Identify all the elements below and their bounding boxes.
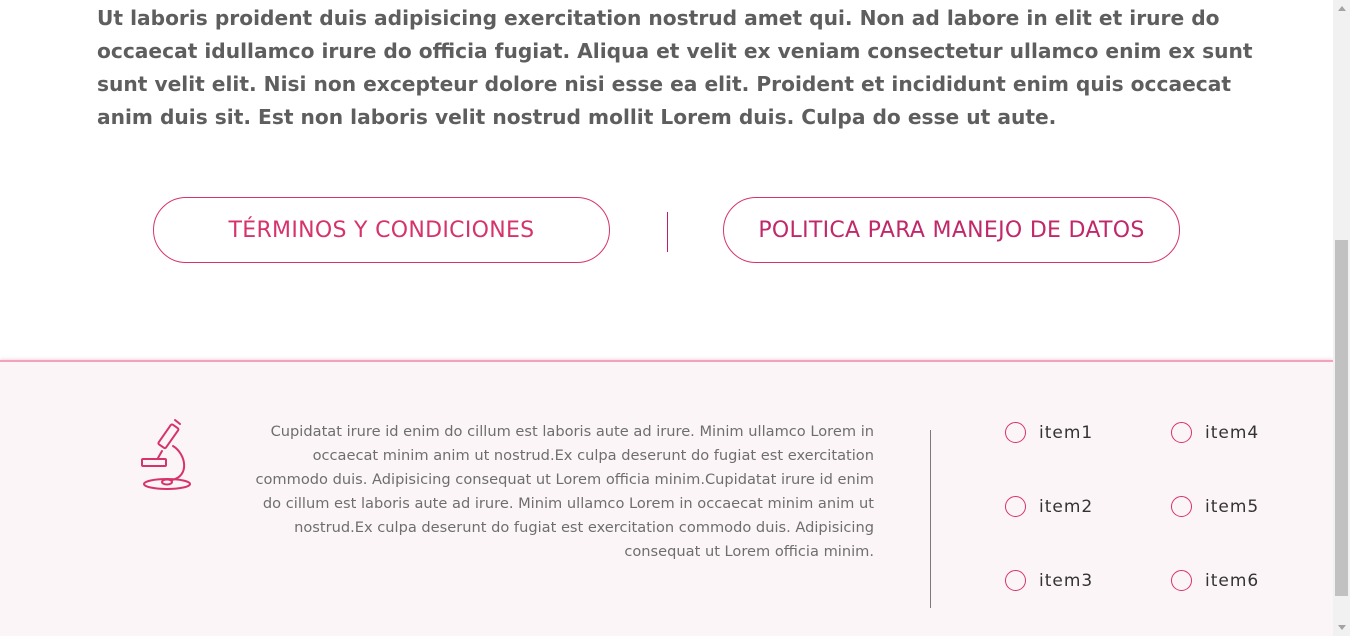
- option-item6[interactable]: item6: [1171, 570, 1259, 591]
- option-item2[interactable]: item2: [1005, 496, 1093, 517]
- radio-circle-icon[interactable]: [1171, 422, 1192, 443]
- intro-paragraph: Ut laboris proident duis adipisicing exe…: [97, 6, 1253, 129]
- option-label: item3: [1039, 570, 1094, 591]
- vertical-scrollbar[interactable]: [1333, 0, 1350, 636]
- terms-and-conditions-button[interactable]: TÉRMINOS Y CONDICIONES: [153, 197, 610, 263]
- scroll-up-arrow-icon[interactable]: [1338, 6, 1346, 11]
- footer-description: Cupidatat irure id enim do cillum est la…: [255, 423, 874, 560]
- footer-divider: [930, 430, 931, 608]
- button-divider: [667, 212, 668, 252]
- radio-circle-icon[interactable]: [1005, 570, 1026, 591]
- option-label: item2: [1039, 496, 1094, 517]
- option-label: item1: [1039, 422, 1094, 443]
- radio-circle-icon[interactable]: [1005, 422, 1026, 443]
- option-label: item6: [1205, 570, 1260, 591]
- option-item3[interactable]: item3: [1005, 570, 1093, 591]
- option-label: item4: [1205, 422, 1260, 443]
- radio-circle-icon[interactable]: [1171, 496, 1192, 517]
- option-item5[interactable]: item5: [1171, 496, 1259, 517]
- data-policy-button[interactable]: POLITICA PARA MANEJO DE DATOS: [723, 197, 1180, 263]
- scroll-down-arrow-icon[interactable]: [1338, 625, 1346, 630]
- scrollbar-thumb[interactable]: [1335, 240, 1348, 596]
- radio-circle-icon[interactable]: [1005, 496, 1026, 517]
- option-item4[interactable]: item4: [1171, 422, 1259, 443]
- microscope-icon: [141, 419, 191, 490]
- radio-circle-icon[interactable]: [1171, 570, 1192, 591]
- option-label: item5: [1205, 496, 1260, 517]
- option-item1[interactable]: item1: [1005, 422, 1093, 443]
